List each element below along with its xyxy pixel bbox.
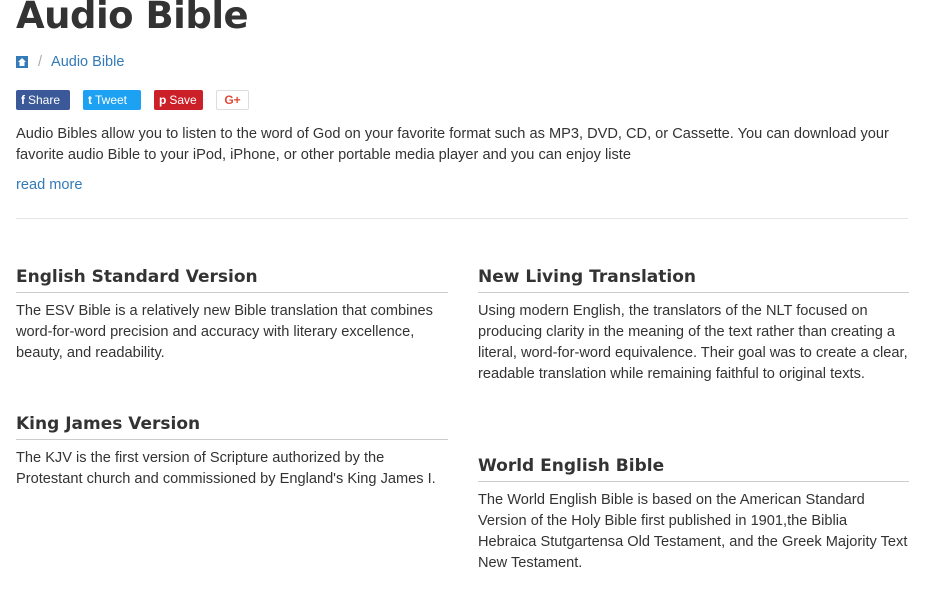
facebook-icon: f bbox=[21, 93, 25, 107]
version-card-kjv: King James Version The KJV is the first … bbox=[16, 414, 448, 490]
facebook-share-label: Share bbox=[28, 93, 61, 107]
version-description: The ESV Bible is a relatively new Bible … bbox=[16, 303, 433, 361]
googleplus-button[interactable]: G+ bbox=[216, 90, 249, 110]
version-description: The KJV is the first version of Scriptur… bbox=[16, 450, 436, 487]
breadcrumb-separator: / bbox=[38, 54, 43, 70]
version-title[interactable]: World English Bible bbox=[478, 456, 909, 482]
version-description: Using modern English, the translators of… bbox=[478, 303, 908, 382]
intro-text: Audio Bibles allow you to listen to the … bbox=[16, 126, 889, 163]
version-card-nlt: New Living Translation Using modern Engl… bbox=[478, 267, 909, 385]
pinterest-save-button[interactable]: p Save bbox=[154, 90, 203, 110]
version-title[interactable]: English Standard Version bbox=[16, 267, 448, 293]
twitter-tweet-button[interactable]: t Tweet bbox=[83, 90, 141, 110]
version-card-web: World English Bible The World English Bi… bbox=[478, 456, 909, 574]
version-card-esv: English Standard Version The ESV Bible i… bbox=[16, 267, 448, 364]
page-title: Audio Bible bbox=[16, 0, 249, 37]
section-divider bbox=[16, 218, 908, 219]
share-buttons: f Share t Tweet p Save G+ bbox=[16, 90, 262, 110]
facebook-share-button[interactable]: f Share bbox=[16, 90, 70, 110]
version-title[interactable]: King James Version bbox=[16, 414, 448, 440]
twitter-icon: t bbox=[88, 93, 92, 107]
home-icon[interactable] bbox=[16, 56, 28, 68]
breadcrumb-current[interactable]: Audio Bible bbox=[51, 54, 124, 70]
breadcrumb: / Audio Bible bbox=[16, 54, 124, 70]
pinterest-icon: p bbox=[159, 93, 167, 107]
version-description: The World English Bible is based on the … bbox=[478, 492, 908, 571]
read-more-link[interactable]: read more bbox=[16, 177, 83, 193]
twitter-tweet-label: Tweet bbox=[95, 93, 128, 107]
pinterest-save-label: Save bbox=[169, 93, 197, 107]
version-title[interactable]: New Living Translation bbox=[478, 267, 909, 293]
